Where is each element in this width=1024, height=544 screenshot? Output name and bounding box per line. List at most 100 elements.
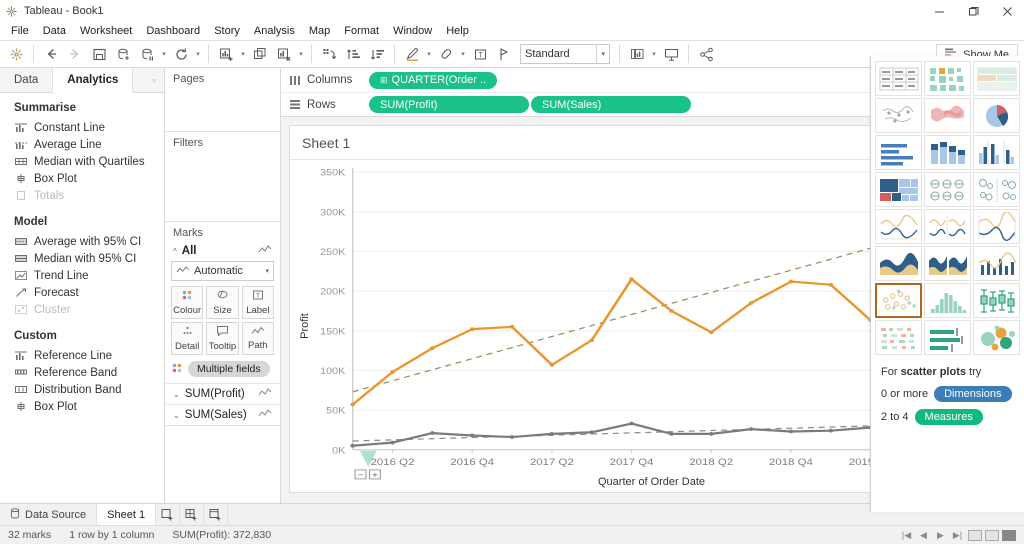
swap-rows-columns-icon[interactable]	[317, 42, 341, 66]
show-hide-cards-icon[interactable]	[625, 42, 649, 66]
highlight-icon[interactable]	[400, 42, 424, 66]
menu-worksheet[interactable]: Worksheet	[73, 22, 139, 40]
chevron-down-icon[interactable]: ▾	[458, 50, 468, 58]
show-me-side-by-side-bars[interactable]	[973, 135, 1020, 170]
show-filmstrip-icon[interactable]	[984, 529, 999, 542]
fit-select[interactable]: Standard ▾	[520, 44, 610, 64]
chevron-down-icon[interactable]: ▾	[193, 50, 203, 58]
menu-data[interactable]: Data	[36, 22, 73, 40]
show-me-gantt[interactable]	[875, 320, 922, 355]
marks-card-sum-sales[interactable]: ⌄ SUM(Sales)	[165, 404, 280, 425]
group-members-icon[interactable]	[434, 42, 458, 66]
last-page-icon[interactable]: ▶|	[950, 529, 965, 542]
sheet-tab-sheet1[interactable]: Sheet 1	[97, 504, 157, 525]
mark-type-select[interactable]: Automatic ▾	[171, 261, 274, 281]
show-mark-labels-icon[interactable]: T	[468, 42, 492, 66]
show-me-area-charts-discrete[interactable]	[924, 246, 971, 281]
show-me-side-by-side-circles[interactable]	[973, 172, 1020, 207]
show-me-pie-chart[interactable]	[973, 98, 1020, 133]
show-me-area-charts-continuous[interactable]	[875, 246, 922, 281]
show-me-filled-map[interactable]	[924, 98, 971, 133]
analytics-item-distribution-band[interactable]: Distribution Band	[0, 381, 164, 398]
analytics-item-forecast[interactable]: Forecast	[0, 284, 164, 301]
pages-drop-zone[interactable]	[165, 89, 280, 131]
menu-map[interactable]: Map	[302, 22, 337, 40]
analytics-item-constant-line[interactable]: Constant Line	[0, 119, 164, 136]
menu-analysis[interactable]: Analysis	[247, 22, 302, 40]
chevron-down-icon[interactable]: ▾	[159, 50, 169, 58]
sort-ascending-icon[interactable]	[341, 42, 365, 66]
menu-help[interactable]: Help	[439, 22, 476, 40]
chevron-down-icon[interactable]: ▾	[296, 50, 306, 58]
forward-arrow-icon[interactable]	[63, 42, 87, 66]
menu-dashboard[interactable]: Dashboard	[139, 22, 207, 40]
add-data-source-icon[interactable]	[111, 42, 135, 66]
first-page-icon[interactable]: |◀	[899, 529, 914, 542]
show-me-histogram[interactable]	[924, 283, 971, 318]
pill-quarter-order-date[interactable]: ⊞ QUARTER(Order ..	[369, 71, 498, 89]
back-arrow-icon[interactable]	[39, 42, 63, 66]
show-me-scatter-plot[interactable]	[875, 283, 922, 318]
analytics-item-box-plot[interactable]: Box Plot	[0, 170, 164, 187]
menu-window[interactable]: Window	[386, 22, 439, 40]
show-me-discrete-lines[interactable]	[924, 209, 971, 244]
analytics-item-box-plot-custom[interactable]: Box Plot	[0, 398, 164, 415]
analytics-item-median-with-95-ci[interactable]: Median with 95% CI	[0, 250, 164, 267]
show-me-heat-map[interactable]	[924, 61, 971, 96]
refresh-icon[interactable]	[169, 42, 193, 66]
new-worksheet-icon[interactable]	[156, 504, 181, 525]
data-source-tab[interactable]: Data Source	[0, 504, 98, 525]
filters-drop-zone[interactable]	[165, 153, 280, 221]
presentation-mode-icon[interactable]	[659, 42, 683, 66]
clear-sheet-icon[interactable]	[272, 42, 296, 66]
show-me-continuous-lines[interactable]	[875, 209, 922, 244]
show-me-text-table[interactable]	[875, 61, 922, 96]
show-me-dual-combination[interactable]	[973, 246, 1020, 281]
marks-size-button[interactable]: Size	[206, 286, 239, 319]
duplicate-sheet-icon[interactable]	[248, 42, 272, 66]
sort-descending-icon[interactable]	[365, 42, 389, 66]
show-me-box-and-whisker[interactable]	[973, 283, 1020, 318]
tableau-home-icon[interactable]	[4, 42, 28, 66]
analytics-item-median-with-quartiles[interactable]: Median with Quartiles	[0, 153, 164, 170]
maximize-button[interactable]	[956, 0, 990, 22]
show-me-highlight-table[interactable]	[973, 61, 1020, 96]
chevron-down-icon[interactable]: ▾	[424, 50, 434, 58]
next-page-icon[interactable]: ▶	[933, 529, 948, 542]
show-me-circle-views[interactable]	[924, 172, 971, 207]
new-worksheet-icon[interactable]	[214, 42, 238, 66]
analytics-item-trend-line[interactable]: Trend Line	[0, 267, 164, 284]
show-me-symbol-map[interactable]	[875, 98, 922, 133]
previous-page-icon[interactable]: ◀	[916, 529, 931, 542]
show-me-packed-bubbles[interactable]	[973, 320, 1020, 355]
menu-file[interactable]: File	[4, 22, 36, 40]
show-sheet-icon[interactable]	[1001, 529, 1016, 542]
analytics-item-average-with-95-ci[interactable]: Average with 95% CI	[0, 233, 164, 250]
show-grid-icon[interactable]	[967, 529, 982, 542]
marks-label-button[interactable]: T Label	[241, 286, 274, 319]
minimize-button[interactable]	[922, 0, 956, 22]
marks-detail-button[interactable]: Detail	[171, 322, 204, 355]
chevron-down-icon[interactable]: ▾	[649, 50, 659, 58]
close-button[interactable]	[990, 0, 1024, 22]
pill-sum-sales[interactable]: SUM(Sales)	[531, 96, 691, 113]
save-icon[interactable]	[87, 42, 111, 66]
pause-data-source-icon[interactable]	[135, 42, 159, 66]
multiple-fields-chip[interactable]: Multiple fields	[188, 361, 270, 377]
pill-sum-profit[interactable]: SUM(Profit)	[369, 96, 529, 113]
marks-all-row[interactable]: ^ All	[165, 243, 280, 261]
marks-card-sum-profit[interactable]: ⌄ SUM(Profit)	[165, 383, 280, 404]
menu-story[interactable]: Story	[207, 22, 247, 40]
show-me-dual-lines[interactable]	[973, 209, 1020, 244]
show-me-treemap[interactable]	[875, 172, 922, 207]
fix-axes-icon[interactable]	[492, 42, 516, 66]
new-dashboard-icon[interactable]	[180, 504, 205, 525]
marks-path-button[interactable]: Path	[241, 322, 274, 355]
analytics-item-average-line[interactable]: Average Line	[0, 136, 164, 153]
chevron-down-icon[interactable]: ▾	[238, 50, 248, 58]
show-me-stacked-bars[interactable]	[924, 135, 971, 170]
analytics-item-reference-band[interactable]: Reference Band	[0, 364, 164, 381]
analytics-item-reference-line[interactable]: Reference Line	[0, 347, 164, 364]
collapse-pane-icon[interactable]: ▫	[144, 68, 164, 92]
tab-data[interactable]: Data	[0, 68, 54, 92]
